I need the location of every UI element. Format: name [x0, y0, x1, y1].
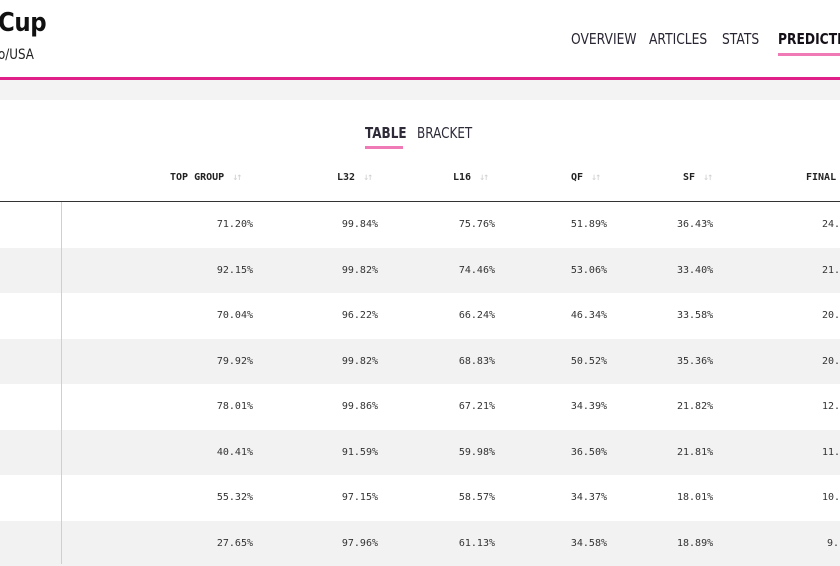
site-header: Cup o/USA OVERVIEW ARTICLES STATS PREDIC…	[0, 0, 840, 80]
cell-l16: 68.83%	[459, 339, 495, 385]
sort-arrows-icon: ↓↑	[363, 172, 371, 183]
cell-final: 12.	[822, 384, 840, 430]
cell-top-group: 78.01%	[217, 384, 253, 430]
cell-sf: 18.01%	[677, 475, 713, 521]
sort-arrows-icon: ↓↑	[703, 172, 711, 183]
cell-l32: 99.82%	[342, 339, 378, 385]
column-header-qf[interactable]: QF ↓↑	[571, 172, 599, 186]
table-row[interactable]: 27.65% 97.96% 61.13% 34.58% 18.89% 9.	[0, 521, 840, 566]
cell-sf: 21.81%	[677, 430, 713, 476]
team-column-divider	[61, 202, 62, 564]
cell-qf: 53.06%	[571, 248, 607, 294]
cell-qf: 34.39%	[571, 384, 607, 430]
table-row[interactable]: 70.04% 96.22% 66.24% 46.34% 33.58% 20.	[0, 293, 840, 339]
cell-qf: 51.89%	[571, 202, 607, 248]
cell-sf: 36.43%	[677, 202, 713, 248]
cell-sf: 35.36%	[677, 339, 713, 385]
nav-articles[interactable]: ARTICLES	[649, 30, 707, 48]
cell-final: 11.	[822, 430, 840, 476]
column-header-label: L32	[337, 172, 355, 183]
column-header-l32[interactable]: L32 ↓↑	[337, 172, 371, 186]
column-header-label: L16	[453, 172, 471, 183]
table-row[interactable]: 78.01% 99.86% 67.21% 34.39% 21.82% 12.	[0, 384, 840, 430]
column-header-label: SF	[683, 172, 695, 183]
sort-arrows-icon: ↓↑	[479, 172, 487, 183]
sort-arrows-icon: ↓↑	[232, 172, 240, 183]
cell-top-group: 27.65%	[217, 521, 253, 566]
cell-top-group: 55.32%	[217, 475, 253, 521]
cell-final: 24.	[822, 202, 840, 248]
table-row[interactable]: 40.41% 91.59% 59.98% 36.50% 21.81% 11.	[0, 430, 840, 476]
table-row[interactable]: 71.20% 99.84% 75.76% 51.89% 36.43% 24.	[0, 202, 840, 248]
cell-qf: 50.52%	[571, 339, 607, 385]
cell-sf: 33.58%	[677, 293, 713, 339]
nav-stats[interactable]: STATS	[722, 30, 759, 48]
nav-predictions[interactable]: PREDICTIO	[778, 30, 840, 48]
cell-top-group: 40.41%	[217, 430, 253, 476]
column-header-l16[interactable]: L16 ↓↑	[453, 172, 487, 186]
cell-qf: 46.34%	[571, 293, 607, 339]
cell-sf: 21.82%	[677, 384, 713, 430]
table-row[interactable]: 79.92% 99.82% 68.83% 50.52% 35.36% 20.	[0, 339, 840, 385]
table-row[interactable]: 55.32% 97.15% 58.57% 34.37% 18.01% 10.	[0, 475, 840, 521]
column-header-label: FINAL	[806, 172, 836, 183]
column-header-sf[interactable]: SF ↓↑	[683, 172, 711, 186]
page-title: Cup	[0, 8, 46, 38]
cell-l32: 99.82%	[342, 248, 378, 294]
cell-l16: 66.24%	[459, 293, 495, 339]
cell-l16: 67.21%	[459, 384, 495, 430]
prediction-table-body: 71.20% 99.84% 75.76% 51.89% 36.43% 24. 9…	[0, 202, 840, 566]
cell-sf: 33.40%	[677, 248, 713, 294]
sort-arrows-icon: ↓↑	[591, 172, 599, 183]
column-header-label: TOP GROUP	[170, 172, 224, 183]
table-row[interactable]: 92.15% 99.82% 74.46% 53.06% 33.40% 21.	[0, 248, 840, 294]
cell-sf: 18.89%	[677, 521, 713, 566]
page-subtitle: o/USA	[0, 47, 34, 63]
cell-l32: 97.96%	[342, 521, 378, 566]
cell-l16: 75.76%	[459, 202, 495, 248]
cell-l16: 58.57%	[459, 475, 495, 521]
cell-l32: 96.22%	[342, 293, 378, 339]
cell-l32: 97.15%	[342, 475, 378, 521]
nav-overview[interactable]: OVERVIEW	[571, 30, 637, 48]
cell-final: 20.	[822, 293, 840, 339]
cell-final: 9.	[827, 521, 839, 566]
cell-l32: 99.84%	[342, 202, 378, 248]
cell-qf: 36.50%	[571, 430, 607, 476]
column-header-final[interactable]: FINAL	[806, 172, 836, 186]
cell-top-group: 92.15%	[217, 248, 253, 294]
cell-top-group: 70.04%	[217, 293, 253, 339]
column-header-label: QF	[571, 172, 583, 183]
cell-top-group: 79.92%	[217, 339, 253, 385]
cell-final: 20.	[822, 339, 840, 385]
cell-final: 21.	[822, 248, 840, 294]
cell-qf: 34.58%	[571, 521, 607, 566]
cell-qf: 34.37%	[571, 475, 607, 521]
cell-l16: 74.46%	[459, 248, 495, 294]
tab-table[interactable]: TABLE	[365, 124, 407, 142]
cell-final: 10.	[822, 475, 840, 521]
nav-active-indicator	[778, 53, 840, 56]
column-header-top-group[interactable]: TOP GROUP ↓↑	[170, 172, 240, 186]
tab-bracket[interactable]: BRACKET	[417, 124, 472, 142]
cell-l32: 91.59%	[342, 430, 378, 476]
cell-l16: 61.13%	[459, 521, 495, 566]
cell-top-group: 71.20%	[217, 202, 253, 248]
tab-active-indicator	[365, 146, 403, 149]
cell-l16: 59.98%	[459, 430, 495, 476]
cell-l32: 99.86%	[342, 384, 378, 430]
header-band	[0, 80, 840, 100]
